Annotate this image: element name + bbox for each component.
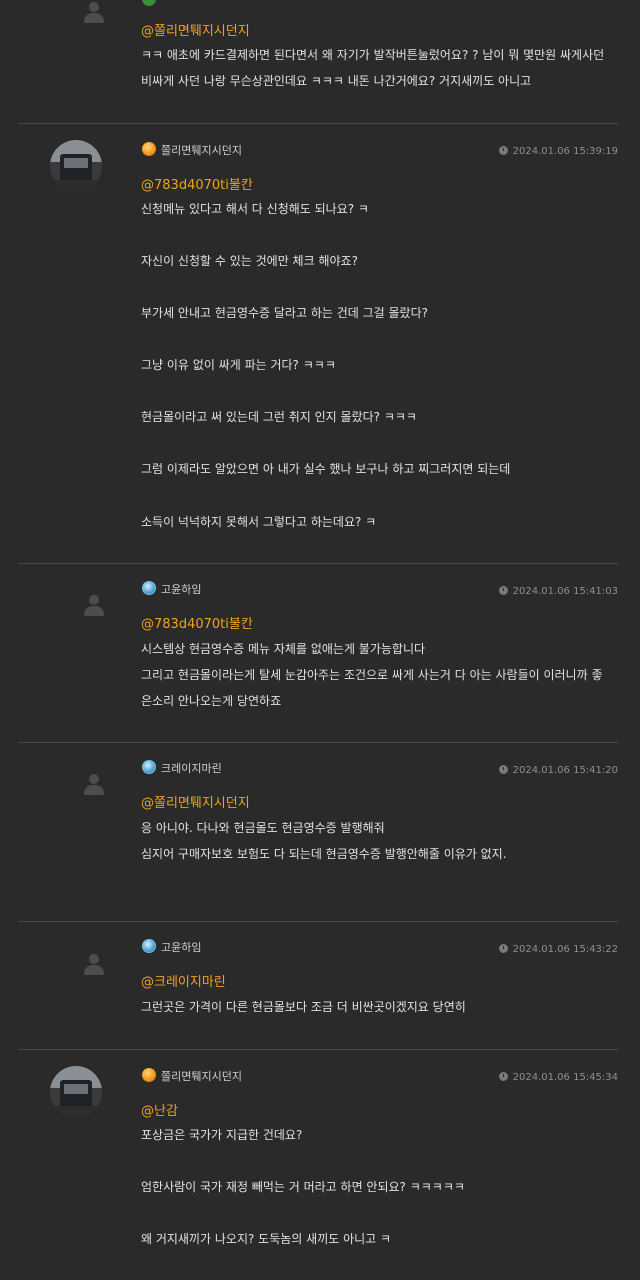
- mention-link[interactable]: @난감: [141, 1100, 178, 1119]
- level-icon: [142, 760, 156, 774]
- comment-text-line: 자신이 신청할 수 있는 것에만 체크 해야죠?: [141, 254, 358, 268]
- clock-icon: [498, 1072, 508, 1081]
- comment-text-line: 심지어 구매자보호 보험도 다 되는데 현금영수증 발행안해줄 이유가 없지.: [141, 847, 507, 861]
- timestamp-text: 2024.01.06 15:39:19: [512, 146, 618, 157]
- avatar[interactable]: [50, 140, 102, 192]
- clock-icon: [498, 146, 508, 155]
- level-icon: [142, 0, 156, 6]
- comment-text-line: 현금몰이라고 써 있는데 그런 취지 인지 몰랐다? ㅋㅋㅋ: [141, 410, 417, 424]
- author-nickname[interactable]: 쫄리면퉤지시던지: [161, 142, 242, 158]
- comment-text-line: 시스템상 현금영수증 메뉴 자체를 없애는게 불가능합니다: [141, 642, 426, 656]
- comment-text-line: 그런곳은 가격이 다른 현금몰보다 조금 더 비싼곳이겠지요 당연히: [141, 1000, 466, 1014]
- comment-text-line: 비싸게 사던 나랑 무슨상관인데요 ㅋㅋㅋ 내돈 나간거에요? 거지새끼도 아니…: [141, 74, 532, 88]
- comment-text-line: 그리고 현금몰이라는게 탈세 눈감아주는 조건으로 싸게 사는거 다 아는 사람…: [141, 668, 603, 682]
- author-nickname[interactable]: 쫄리면퉤지시던지: [161, 1068, 242, 1084]
- comment-timestamp: 2024.01.06 15:45:34: [498, 1072, 618, 1083]
- mention-link[interactable]: @크레이지마린: [141, 971, 226, 990]
- level-icon: [142, 939, 156, 953]
- comment-divider: [18, 563, 618, 564]
- author-nickname[interactable]: 크레이지마린: [161, 760, 222, 776]
- mention-link[interactable]: @쫄리면퉤지시던지: [141, 792, 250, 811]
- comment-text-line: 그냥 이유 없이 싸게 파는 거다? ㅋㅋㅋ: [141, 358, 336, 372]
- mention-link[interactable]: @쫄리면퉤지시던지: [141, 20, 250, 39]
- comment-text-line: 왜 거지새끼가 나오지? 도둑놈의 새끼도 아니고 ㅋ: [141, 1232, 392, 1246]
- comment-text-line: 은소리 안나오는게 당연하죠: [141, 694, 282, 708]
- comment-divider: [18, 921, 618, 922]
- author-nickname[interactable]: 고윤하임: [161, 939, 201, 955]
- timestamp-text: 2024.01.06 15:41:03: [512, 586, 618, 597]
- comment-text-line: 부가세 안내고 현금영수증 달라고 하는 건데 그걸 몰랐다?: [141, 306, 428, 320]
- comment-timestamp: 2024.01.06 15:41:03: [498, 586, 618, 597]
- default-avatar-icon[interactable]: [84, 2, 104, 23]
- avatar[interactable]: [50, 1066, 102, 1118]
- default-avatar-icon[interactable]: [84, 595, 104, 616]
- author-nickname[interactable]: 고윤하임: [161, 581, 201, 597]
- comment-timestamp: 2024.01.06 15:41:20: [498, 765, 618, 776]
- clock-icon: [498, 586, 508, 595]
- comment-text-line: ㅋㅋ 애초에 카드결제하면 된다면서 왜 자기가 발작버튼눌렀어요? ? 남이 …: [141, 48, 605, 62]
- mention-link[interactable]: @783d4070ti불칸: [141, 174, 253, 193]
- timestamp-text: 2024.01.06 15:45:34: [512, 1072, 618, 1083]
- comment-text-line: 신청메뉴 있다고 해서 다 신청해도 되나요? ㅋ: [141, 202, 369, 216]
- mention-link[interactable]: @783d4070ti불칸: [141, 613, 253, 632]
- timestamp-text: 2024.01.06 15:43:22: [512, 944, 618, 955]
- comment-divider: [18, 123, 618, 124]
- comment-divider: [18, 742, 618, 743]
- comment-text-line: 소득이 넉넉하지 못해서 그렇다고 하는데요? ㅋ: [141, 515, 377, 529]
- default-avatar-icon[interactable]: [84, 954, 104, 975]
- level-icon: [142, 1068, 156, 1082]
- comment-text-line: 응 아니야. 다나와 현금몰도 현금영수증 발행해줘: [141, 821, 385, 835]
- clock-icon: [498, 765, 508, 774]
- level-icon: [142, 581, 156, 595]
- default-avatar-icon[interactable]: [84, 774, 104, 795]
- comment-text-line: 엄한사람이 국가 재정 빼먹는 거 머라고 하면 안되요? ㅋㅋㅋㅋㅋ: [141, 1180, 465, 1194]
- level-icon: [142, 142, 156, 156]
- comment-timestamp: 2024.01.06 15:43:22: [498, 944, 618, 955]
- comment-timestamp: 2024.01.06 15:39:19: [498, 146, 618, 157]
- clock-icon: [498, 944, 508, 953]
- comment-text-line: 그럼 이제라도 알았으면 아 내가 실수 했나 보구나 하고 찌그러지면 되는데: [141, 462, 511, 476]
- comment-divider: [18, 1049, 618, 1050]
- timestamp-text: 2024.01.06 15:41:20: [512, 765, 618, 776]
- comment-text-line: 포상금은 국가가 지급한 건데요?: [141, 1128, 303, 1142]
